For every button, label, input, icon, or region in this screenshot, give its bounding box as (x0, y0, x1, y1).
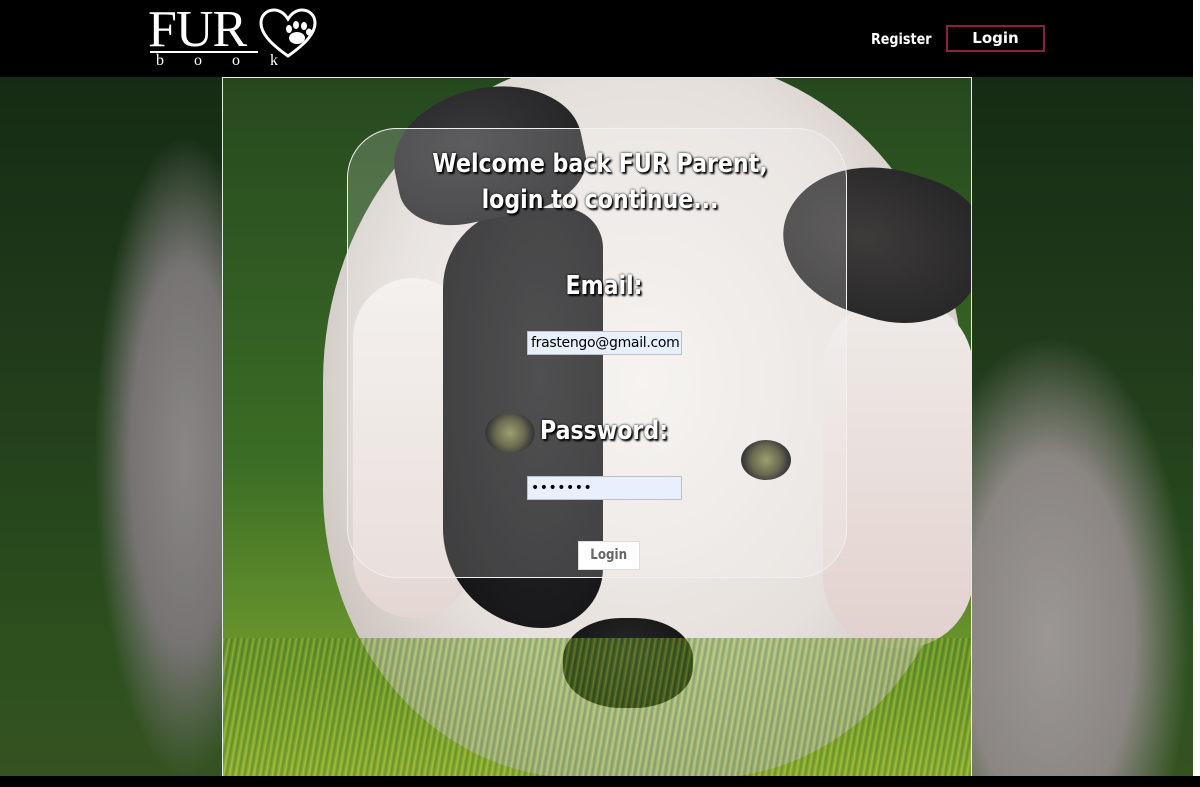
window-edge (1193, 0, 1200, 787)
logo-text: FUR (148, 1, 247, 58)
grass (223, 638, 971, 776)
register-link[interactable]: Register (871, 26, 932, 52)
email-input[interactable]: frastengo@gmail.com (527, 331, 682, 355)
navbar: FUR book Register Login (0, 0, 1200, 77)
welcome-line-1: Welcome back FUR Parent, (432, 149, 768, 179)
welcome-line-2: login to continue... (481, 185, 719, 215)
login-submit-label: Login (590, 547, 628, 563)
password-label: Password: (539, 416, 668, 446)
login-submit-button[interactable]: Login (578, 541, 640, 570)
bottom-edge (0, 776, 1200, 787)
password-input[interactable]: ••••••• (527, 476, 682, 500)
welcome-heading: Welcome back FUR Parent, login to contin… (90, 146, 1110, 218)
email-label: Email: (565, 271, 643, 301)
heart-paw-icon (259, 8, 317, 58)
login-nav-button[interactable]: Login (946, 25, 1045, 52)
furbook-logo[interactable]: FUR book (148, 4, 320, 70)
